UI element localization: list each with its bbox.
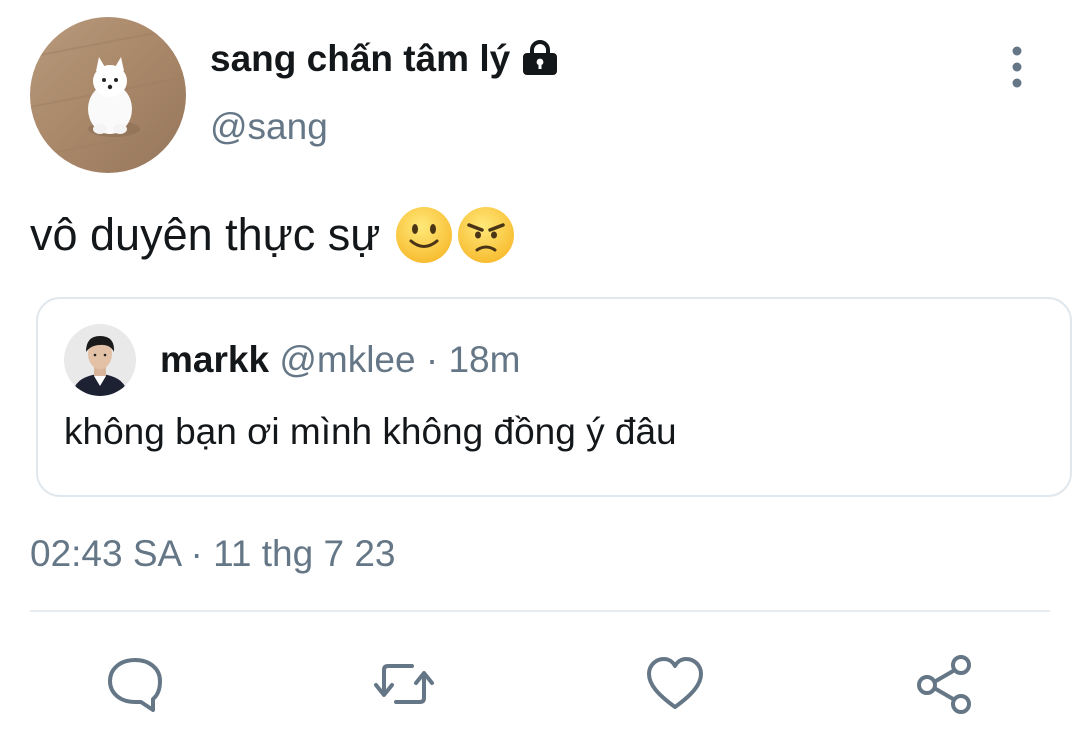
quoted-author-avatar[interactable] — [64, 324, 136, 396]
reply-button[interactable] — [103, 652, 167, 716]
vertical-ellipsis-icon — [1012, 46, 1022, 88]
like-button[interactable] — [643, 652, 707, 716]
puppy-photo — [30, 17, 186, 173]
author-display-name: sang chấn tâm lý — [210, 38, 511, 79]
retweet-icon — [374, 664, 434, 704]
tweet-text: vô duyên thực sự — [30, 209, 381, 260]
angry-face-icon — [456, 205, 516, 265]
tweet-text-row: vô duyên thực sự — [30, 205, 516, 265]
share-icon — [917, 655, 971, 714]
share-button[interactable] — [913, 652, 977, 716]
more-options-button[interactable] — [996, 44, 1038, 90]
slightly-smiling-face-icon — [394, 205, 454, 265]
person-photo — [64, 324, 136, 396]
quoted-author-meta: @mklee · 18m — [279, 339, 520, 380]
divider — [30, 610, 1050, 612]
quoted-tweet-text: không bạn ơi mình không đồng ý đâu — [64, 411, 677, 452]
author-display-name-row: sang chấn tâm lý — [210, 38, 560, 80]
author-avatar[interactable] — [30, 17, 186, 173]
quoted-tweet-header: markk @mklee · 18m — [160, 339, 520, 381]
quoted-tweet-card[interactable]: markk @mklee · 18m không bạn ơi mình khô… — [36, 297, 1072, 497]
retweet-button[interactable] — [372, 652, 436, 716]
quoted-handle-time: @mklee · 18m — [279, 339, 521, 380]
quoted-author-name: markk — [160, 339, 270, 380]
speech-bubble-icon — [108, 658, 162, 712]
tweet-timestamp[interactable]: 02:43 SA · 11 thg 7 23 — [30, 533, 395, 575]
heart-icon — [647, 657, 703, 709]
author-handle: @sang — [210, 106, 328, 147]
lock-icon — [520, 39, 560, 79]
